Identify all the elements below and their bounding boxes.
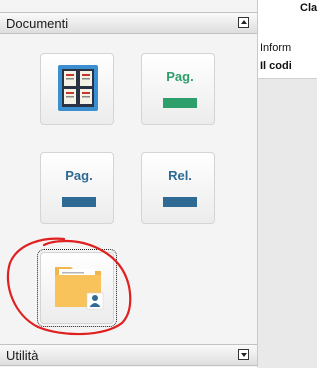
page-blue-icon: Pag. (59, 165, 99, 211)
tile-label: Pag. (65, 168, 93, 183)
color-bar (163, 197, 197, 207)
tile-report-blue[interactable]: Rel. (141, 152, 215, 224)
section-header-documenti[interactable]: Documenti (0, 12, 257, 34)
tile-label: Rel. (168, 168, 192, 183)
tile-grid-document[interactable] (40, 53, 114, 125)
color-bar (62, 197, 96, 207)
right-panel-code: Il codi (260, 60, 292, 72)
expand-down-icon[interactable] (238, 349, 249, 360)
report-blue-icon: Rel. (160, 165, 200, 211)
page-green-icon: Pag. (160, 66, 200, 112)
section-title-documenti: Documenti (6, 16, 69, 31)
red-circle-annotation (6, 237, 132, 336)
section-header-utilita[interactable]: Utilità (0, 344, 257, 366)
right-panel-heading: Cla (300, 2, 318, 14)
collapse-up-icon[interactable] (238, 17, 249, 28)
section-title-utilita: Utilità (6, 348, 39, 363)
right-panel-info: Inform (260, 42, 292, 54)
tile-page-blue[interactable]: Pag. (40, 152, 114, 224)
color-bar (163, 98, 197, 108)
grid-document-icon (58, 65, 98, 111)
right-panel: Cla Inform Il codi (258, 0, 318, 368)
tile-label: Pag. (166, 69, 194, 84)
tile-page-green[interactable]: Pag. (141, 53, 215, 125)
content-area (258, 78, 317, 368)
